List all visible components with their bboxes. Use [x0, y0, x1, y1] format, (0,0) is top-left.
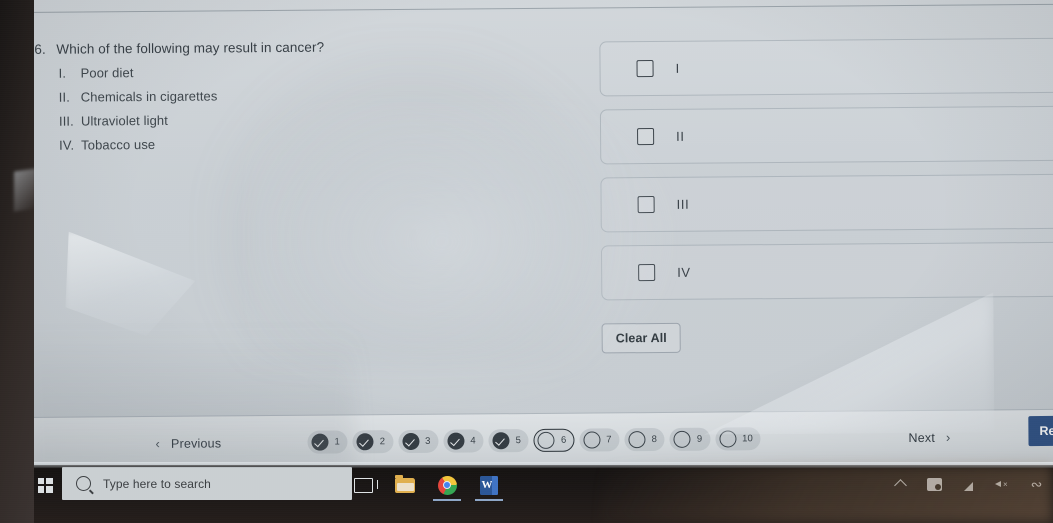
windows-logo-icon: [37, 477, 53, 493]
previous-label: Previous: [170, 435, 222, 451]
search-icon: [76, 476, 91, 491]
statement-numeral: IV.: [59, 137, 75, 153]
statement-text: Chemicals in cigarettes: [80, 88, 218, 105]
speaker-muted-icon[interactable]: ×: [994, 476, 1011, 493]
empty-circle-icon: [673, 430, 691, 448]
empty-circle-icon: [537, 431, 556, 449]
chevron-up-icon[interactable]: [892, 476, 909, 493]
question-number: 6.: [34, 41, 46, 57]
answer-choice-label: II: [676, 128, 685, 144]
previous-button[interactable]: ‹ Previous: [155, 435, 221, 451]
task-view-icon[interactable]: [352, 474, 378, 496]
system-tray: × ∾: [892, 469, 1045, 499]
clear-all-button[interactable]: Clear All: [601, 322, 681, 354]
chrome-icon[interactable]: [433, 474, 461, 501]
checkbox-icon[interactable]: [636, 60, 654, 78]
answer-choice-label: III: [676, 196, 690, 212]
onedrive-icon[interactable]: [926, 476, 943, 493]
check-circle-icon: [356, 433, 374, 451]
checkbox-icon[interactable]: [638, 264, 656, 282]
answer-choice-label: IV: [677, 264, 691, 280]
next-button[interactable]: Next ›: [908, 430, 950, 445]
pager-item-6-current[interactable]: 6: [533, 428, 575, 452]
search-placeholder: Type here to search: [103, 476, 211, 491]
pager-number: 3: [425, 435, 431, 447]
bluetooth-icon[interactable]: ∾: [1028, 476, 1045, 493]
answer-choice-row[interactable]: I: [599, 37, 1053, 97]
pager-item-4[interactable]: 4: [443, 429, 484, 453]
pager-number: 10: [742, 433, 753, 445]
empty-circle-icon: [719, 430, 737, 448]
screen-photo: 6. Which of the following may result in …: [0, 0, 1053, 523]
taskbar-search-input[interactable]: Type here to search: [62, 467, 352, 500]
check-circle-icon: [402, 432, 420, 451]
pager-item-7[interactable]: 7: [579, 428, 620, 452]
pager-number: 8: [651, 434, 657, 446]
pager-item-9[interactable]: 9: [669, 427, 711, 451]
question-pager: 1 2 3 4 5 6 7 8 9 10: [307, 427, 761, 454]
review-button[interactable]: Review: [1028, 415, 1053, 447]
check-circle-icon: [311, 433, 329, 451]
statement-item: I. Poor diet: [59, 62, 575, 82]
next-label: Next: [908, 430, 936, 445]
check-circle-icon: [447, 432, 465, 450]
pager-number: 5: [515, 435, 522, 447]
question-block: 6. Which of the following may result in …: [34, 38, 575, 162]
active-app-indicator: [433, 499, 461, 501]
pager-number: 4: [470, 435, 476, 447]
checkbox-icon[interactable]: [637, 128, 655, 146]
pager-number: 9: [696, 433, 703, 445]
network-icon[interactable]: [960, 476, 977, 493]
pager-item-2[interactable]: 2: [352, 430, 394, 454]
pager-item-5[interactable]: 5: [488, 429, 530, 453]
word-icon[interactable]: W: [475, 474, 503, 501]
question-statement-list: I. Poor diet II. Chemicals in cigarettes…: [59, 62, 576, 154]
taskbar-pinned-apps: W: [352, 469, 503, 501]
check-circle-icon: [492, 432, 510, 450]
statement-numeral: III.: [58, 113, 74, 129]
answer-choice-row[interactable]: IV: [600, 241, 1053, 301]
start-button[interactable]: [32, 472, 58, 498]
answer-choice-row[interactable]: III: [600, 173, 1053, 233]
pager-item-8[interactable]: 8: [624, 427, 665, 452]
file-explorer-icon[interactable]: [394, 474, 416, 496]
quiz-page: 6. Which of the following may result in …: [21, 0, 1053, 471]
active-app-indicator: [475, 499, 503, 501]
pager-number: 7: [606, 434, 612, 446]
statement-item: III. Ultraviolet light: [59, 110, 575, 130]
statement-text: Ultraviolet light: [80, 112, 168, 129]
windows-taskbar: Type here to search W × ∾: [0, 465, 1053, 523]
statement-numeral: II.: [58, 89, 70, 105]
question-prompt-line: 6. Which of the following may result in …: [34, 38, 574, 58]
answer-choice-row[interactable]: II: [599, 105, 1053, 165]
empty-circle-icon: [583, 431, 601, 449]
answer-choice-list: I II III IV: [599, 37, 1053, 314]
statement-numeral: I.: [58, 65, 67, 81]
screen-reflection: [65, 231, 196, 337]
monitor-screen: 6. Which of the following may result in …: [21, 0, 1053, 523]
answer-choice-label: I: [675, 60, 680, 76]
pager-item-1[interactable]: 1: [307, 430, 348, 454]
statement-item: IV. Tobacco use: [59, 134, 575, 154]
statement-text: Poor diet: [80, 65, 134, 81]
statement-item: II. Chemicals in cigarettes: [59, 86, 575, 106]
chevron-right-icon: ›: [945, 429, 951, 445]
top-divider: [21, 3, 1053, 13]
pager-item-10[interactable]: 10: [715, 427, 761, 451]
pager-number: 2: [379, 436, 386, 448]
pager-item-3[interactable]: 3: [397, 429, 439, 454]
checkbox-icon[interactable]: [637, 196, 655, 214]
chevron-left-icon: ‹: [155, 435, 161, 451]
empty-circle-icon: [628, 431, 646, 449]
statement-text: Tobacco use: [81, 136, 156, 153]
pager-number: 6: [560, 434, 567, 446]
pager-number: 1: [334, 436, 340, 448]
question-prompt: Which of the following may result in can…: [56, 39, 325, 57]
quiz-navigation-bar: ‹ Previous 1 2 3 4 5 6 7 8 9 10 Next ›: [24, 408, 1053, 471]
